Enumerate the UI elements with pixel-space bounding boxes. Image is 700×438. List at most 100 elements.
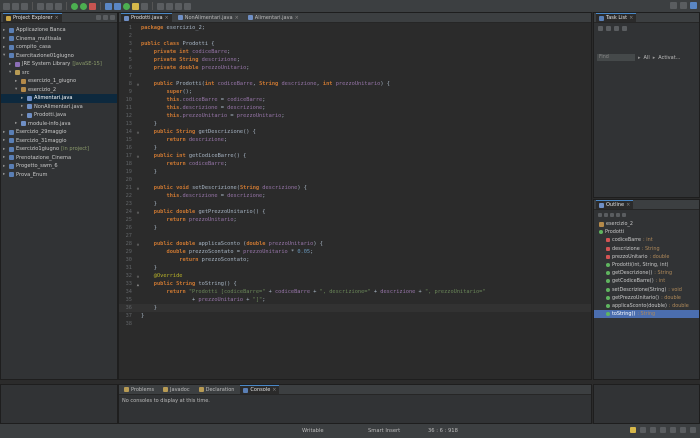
code-line[interactable]: 33 ▲ public String toString() {: [119, 280, 591, 288]
new-file-icon[interactable]: [3, 2, 10, 10]
tasks-icon[interactable]: [670, 427, 676, 433]
outline-item[interactable]: getDescrizione(): String: [594, 269, 699, 277]
code-line[interactable]: 19 }: [119, 168, 591, 176]
code-line[interactable]: 26 }: [119, 224, 591, 232]
tree-item[interactable]: ▸ Prodotti.java: [1, 111, 117, 120]
terminal-icon[interactable]: [46, 2, 53, 10]
outline-item[interactable]: descrizione: String: [594, 245, 699, 253]
sync-icon[interactable]: [640, 427, 646, 433]
hide-static-icon[interactable]: [610, 213, 614, 217]
code-line[interactable]: 27: [119, 232, 591, 240]
code-line[interactable]: 31 }: [119, 264, 591, 272]
expand-arrow-icon[interactable]: ▸: [3, 155, 7, 160]
outline-item[interactable]: setDescrizione(String): void: [594, 286, 699, 294]
expand-arrow-icon[interactable]: ▸: [15, 121, 19, 126]
code-line[interactable]: 13 }: [119, 120, 591, 128]
expand-arrow-icon[interactable]: ▸: [3, 147, 7, 152]
code-line[interactable]: 21 ⊖ public void setDescrizione(String de…: [119, 184, 591, 192]
code-line[interactable]: 32 ⊖ @Override: [119, 272, 591, 280]
new-java-project-icon[interactable]: [105, 2, 112, 10]
code-line[interactable]: 1 package esercizio_2;: [119, 24, 591, 32]
editor-tab[interactable]: Prodotti.java ×: [121, 13, 172, 22]
search-icon[interactable]: [670, 2, 677, 9]
outline-item[interactable]: toString(): String: [594, 310, 699, 319]
new-class-icon[interactable]: [123, 2, 130, 10]
print-icon[interactable]: [21, 2, 28, 10]
outline-item[interactable]: getCodiceBarre(): int: [594, 277, 699, 285]
code-line[interactable]: 37}: [119, 312, 591, 320]
insert-mode-status[interactable]: Smart Insert: [368, 428, 400, 434]
view-menu-icon[interactable]: [110, 15, 115, 20]
code-line[interactable]: 38: [119, 320, 591, 328]
code-line[interactable]: 18 return codiceBarre;: [119, 160, 591, 168]
close-icon[interactable]: ×: [295, 15, 299, 21]
close-icon[interactable]: ×: [165, 15, 169, 21]
tree-item[interactable]: ▸ Esercizio1giugno [in project]: [1, 145, 117, 154]
expand-arrow-icon[interactable]: ▸: [3, 28, 7, 33]
expand-arrow-icon[interactable]: ▸: [3, 130, 7, 135]
focus-icon[interactable]: [622, 213, 626, 217]
code-line[interactable]: 4 private int codiceBarre;: [119, 48, 591, 56]
tree-item[interactable]: ▸ JRE System Library [JavaSE-15]: [1, 60, 117, 69]
code-line[interactable]: 8 ⊖ public Prodotti(int codiceBarre, Stri…: [119, 80, 591, 88]
console-tab[interactable]: Console ×: [240, 385, 280, 394]
annotation-next-icon[interactable]: [157, 2, 164, 10]
external-tools-icon[interactable]: [89, 2, 96, 10]
collapse-icon[interactable]: [622, 26, 627, 31]
code-line[interactable]: 17 ⊖ public int getCodiceBarre() {: [119, 152, 591, 160]
editor-tab[interactable]: NonAlimentari.java ×: [175, 13, 242, 22]
code-line[interactable]: 35 + prezzoUnitario + "]";: [119, 296, 591, 304]
code-line[interactable]: 23 }: [119, 200, 591, 208]
tree-item[interactable]: ▾ esercizio_2: [1, 86, 117, 95]
code-line[interactable]: 29 double prezzoScontato = prezzoUnitari…: [119, 248, 591, 256]
expand-arrow-icon[interactable]: ▸: [3, 138, 7, 143]
build-icon[interactable]: [37, 2, 44, 10]
code-line[interactable]: 34 return "Prodotti [codiceBarre=" + cod…: [119, 288, 591, 296]
open-perspective-icon[interactable]: [680, 2, 687, 9]
tree-item[interactable]: ▾ Esercitazione01giugno: [1, 52, 117, 61]
tree-item[interactable]: ▸ compito_casa: [1, 43, 117, 52]
code-line[interactable]: 10 this.codiceBarre = codiceBarre;: [119, 96, 591, 104]
save-icon[interactable]: [12, 2, 19, 10]
expand-arrow-icon[interactable]: ▸: [3, 45, 7, 50]
code-line[interactable]: 2: [119, 32, 591, 40]
tree-item[interactable]: ▸ Prova_Enum: [1, 171, 117, 180]
expand-arrow-icon[interactable]: ▸: [21, 96, 25, 101]
expand-arrow-icon[interactable]: ▸: [21, 113, 25, 118]
run-icon[interactable]: [80, 2, 87, 10]
sync-icon[interactable]: [606, 26, 611, 31]
hide-nonpublic-icon[interactable]: [616, 213, 620, 217]
code-line[interactable]: 20: [119, 176, 591, 184]
outline-item[interactable]: Prodotti(int, String, int): [594, 261, 699, 269]
expand-arrow-icon[interactable]: ▸: [3, 172, 7, 177]
code-line[interactable]: 15 return descrizione;: [119, 136, 591, 144]
code-line[interactable]: 14 ⊖ public String getDescrizione() {: [119, 128, 591, 136]
tree-item[interactable]: ▸ Progetto_swm_6: [1, 162, 117, 171]
tree-item[interactable]: ▸ Prenotazione_Cinema: [1, 154, 117, 163]
console-tab[interactable]: Javadoc: [160, 385, 193, 394]
link-editor-icon[interactable]: [103, 15, 108, 20]
git-icon[interactable]: [650, 427, 656, 433]
new-task-icon[interactable]: [598, 26, 603, 31]
tree-item[interactable]: ▸ Cinema_multisala: [1, 35, 117, 44]
debug-icon[interactable]: [71, 2, 78, 10]
collapse-all-icon[interactable]: [96, 15, 101, 20]
filter-icon[interactable]: [614, 26, 619, 31]
java-perspective-icon[interactable]: [690, 2, 697, 9]
outline-item[interactable]: codiceBarre: int: [594, 236, 699, 244]
expand-arrow-icon[interactable]: ▾: [15, 87, 19, 92]
outline-item[interactable]: prezzoUnitario: double: [594, 253, 699, 261]
tree-item[interactable]: ▸ esercizio_1_giugno: [1, 77, 117, 86]
all-filter[interactable]: All: [644, 55, 650, 61]
notification-icon[interactable]: [630, 427, 636, 433]
code-line[interactable]: 12 this.prezzoUnitario = prezzoUnitario;: [119, 112, 591, 120]
tree-item[interactable]: ▸ Esercizio_31maggio: [1, 137, 117, 146]
hide-fields-icon[interactable]: [604, 213, 608, 217]
bell-icon[interactable]: [690, 427, 696, 433]
code-line[interactable]: 25 return prezzoUnitario;: [119, 216, 591, 224]
new-package-icon[interactable]: [114, 2, 121, 10]
outline-item[interactable]: getPrezzoUnitario(): double: [594, 294, 699, 302]
editor-tab[interactable]: Alimentari.java ×: [245, 13, 302, 22]
code-line[interactable]: 30 return prezzoScontato;: [119, 256, 591, 264]
outline-item[interactable]: esercizio_2: [594, 220, 699, 228]
